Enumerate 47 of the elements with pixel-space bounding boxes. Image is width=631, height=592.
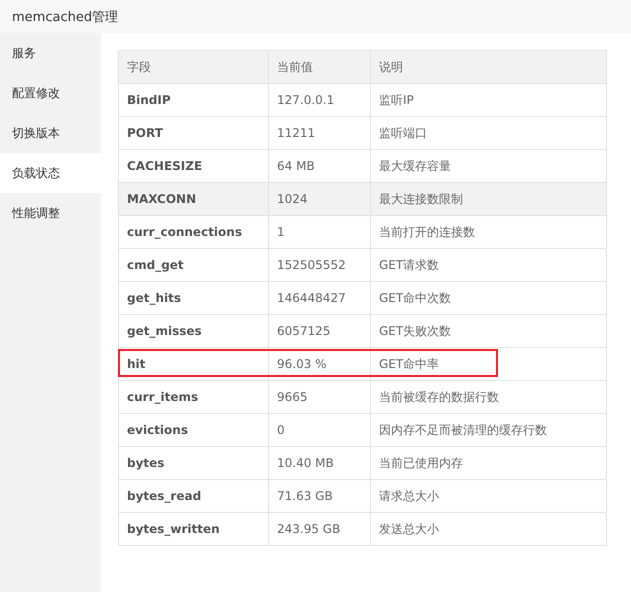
table-cell: 11211 bbox=[268, 116, 370, 150]
table-cell: 发送总大小 bbox=[370, 512, 606, 546]
table-cell: cmd_get bbox=[118, 248, 268, 282]
page-title: memcached管理 bbox=[12, 8, 118, 26]
sidebar-item[interactable]: 服务 bbox=[0, 33, 101, 73]
table-cell: bytes bbox=[118, 446, 268, 480]
table-cell: GET命中次数 bbox=[370, 282, 606, 314]
table-cell: 1024 bbox=[268, 182, 370, 216]
table-cell: 127.0.0.1 bbox=[268, 84, 370, 116]
column-header: 当前值 bbox=[268, 50, 370, 84]
table-cell: GET请求数 bbox=[370, 248, 606, 282]
table-cell: MAXCONN bbox=[118, 182, 268, 216]
table-cell: get_misses bbox=[118, 314, 268, 348]
table-cell: get_hits bbox=[118, 282, 268, 314]
table-cell: 71.63 GB bbox=[268, 480, 370, 512]
table-cell: GET命中率 bbox=[370, 348, 606, 380]
sidebar-item[interactable]: 性能调整 bbox=[0, 193, 101, 233]
column-header: 说明 bbox=[370, 50, 606, 84]
table-cell: 152505552 bbox=[268, 248, 370, 282]
table-cell: 监听端口 bbox=[370, 116, 606, 150]
table-cell: 最大连接数限制 bbox=[370, 182, 606, 216]
table-cell: 1 bbox=[268, 216, 370, 248]
table-cell: 当前被缓存的数据行数 bbox=[370, 380, 606, 414]
table-cell: GET失败次数 bbox=[370, 314, 606, 348]
table-cell: 10.40 MB bbox=[268, 446, 370, 480]
table-cell: 146448427 bbox=[268, 282, 370, 314]
table-cell: 9665 bbox=[268, 380, 370, 414]
table-cell: 监听IP bbox=[370, 84, 606, 116]
table-cell: curr_items bbox=[118, 380, 268, 414]
table-cell: curr_connections bbox=[118, 216, 268, 248]
table-cell: BindIP bbox=[118, 84, 268, 116]
table-cell: 6057125 bbox=[268, 314, 370, 348]
table-cell: bytes_read bbox=[118, 480, 268, 512]
table-cell: 243.95 GB bbox=[268, 512, 370, 546]
table-cell: 当前已使用内存 bbox=[370, 446, 606, 480]
sidebar-item[interactable]: 负载状态 bbox=[0, 153, 101, 193]
table-cell: 当前打开的连接数 bbox=[370, 216, 606, 248]
table-cell: 0 bbox=[268, 414, 370, 446]
table-cell: evictions bbox=[118, 414, 268, 446]
table-cell: 96.03 % bbox=[268, 348, 370, 380]
column-header: 字段 bbox=[118, 50, 268, 84]
sidebar-item[interactable]: 切换版本 bbox=[0, 113, 101, 153]
table-cell: bytes_written bbox=[118, 512, 268, 546]
sidebar-item[interactable]: 配置修改 bbox=[0, 73, 101, 113]
table-cell: 因内存不足而被清理的缓存行数 bbox=[370, 414, 606, 446]
table-cell: 请求总大小 bbox=[370, 480, 606, 512]
table-cell: PORT bbox=[118, 116, 268, 150]
